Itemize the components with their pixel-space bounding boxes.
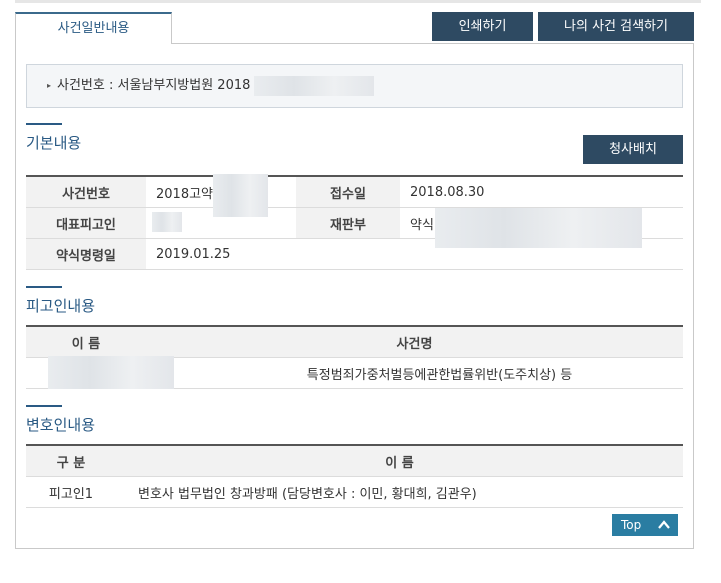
column-header: 구 분 xyxy=(26,446,116,476)
table-row: 약식명령일 2019.01.25 xyxy=(26,239,683,270)
row-label: 접수일 xyxy=(296,177,400,207)
section-title-lawyer: 변호인내용 xyxy=(26,416,96,434)
table-row: 피고인1 변호사 법무법인 창과방패 (담당변호사 : 이민, 황대희, 김관우… xyxy=(26,477,683,508)
table-row: 사건번호 2018고약 접수일 2018.08.30 xyxy=(26,177,683,208)
print-button[interactable]: 인쇄하기 xyxy=(432,12,533,41)
section-bar xyxy=(26,405,62,407)
lawyer-name: 변호사 법무법인 창과방패 (담당변호사 : 이민, 황대희, 김관우) xyxy=(138,486,477,502)
top-border xyxy=(15,0,701,3)
lawyer-type: 피고인1 xyxy=(48,486,94,502)
top-button-label: Top xyxy=(621,518,642,532)
row-label: 대표피고인 xyxy=(26,208,146,238)
redacted-defendant-name xyxy=(152,212,182,232)
row-label: 약식명령일 xyxy=(26,239,146,269)
case-number-text: 사건번호 : 서울남부지방법원 2018 xyxy=(57,78,251,93)
office-layout-button[interactable]: 청사배치 xyxy=(583,135,683,164)
section-bar xyxy=(26,286,62,288)
my-case-search-button[interactable]: 나의 사건 검색하기 xyxy=(538,12,694,41)
chevron-up-icon xyxy=(658,520,670,529)
bullet-arrow-icon: ▸ xyxy=(47,81,52,90)
column-header: 이 름 xyxy=(26,327,146,357)
table-header-row: 구 분 이 름 xyxy=(26,446,683,477)
section-title-basic: 기본내용 xyxy=(26,134,82,152)
row-value: 2019.01.25 xyxy=(156,246,231,262)
column-header: 이 름 xyxy=(116,446,683,476)
column-header: 사건명 xyxy=(146,327,683,357)
table-header-row: 이 름 사건명 xyxy=(26,327,683,358)
top-button[interactable]: Top xyxy=(612,514,678,536)
redacted-defendant-row-name xyxy=(48,356,174,389)
tab-case-general[interactable]: 사건일반내용 xyxy=(15,12,172,44)
section-bar xyxy=(26,123,62,125)
section-title-defendant: 피고인내용 xyxy=(26,297,96,315)
redacted-case-number xyxy=(254,76,374,96)
row-label: 사건번호 xyxy=(26,177,146,207)
case-name: 특정범죄가중처벌등에관한법률위반(도주치상) 등 xyxy=(306,367,573,383)
row-label: 재판부 xyxy=(296,208,400,238)
row-value: 2018.08.30 xyxy=(410,184,485,200)
